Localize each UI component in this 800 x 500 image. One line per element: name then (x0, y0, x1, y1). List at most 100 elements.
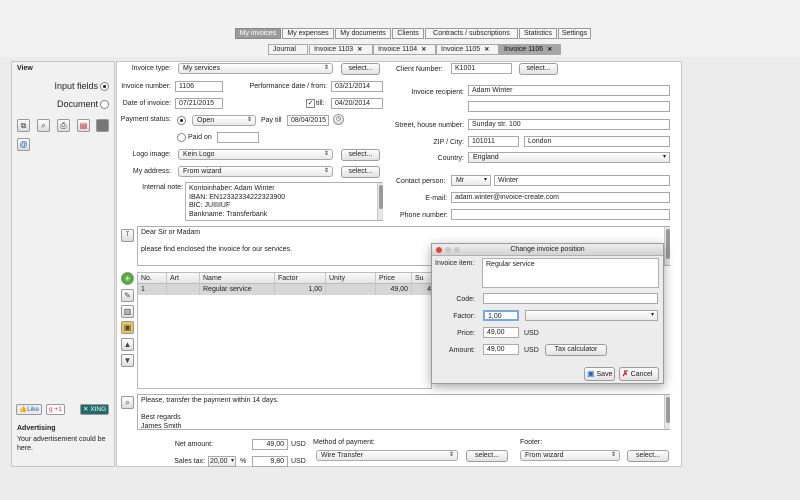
search-icon[interactable]: ⌕ (37, 119, 50, 132)
contact-title-value: Mr (456, 177, 465, 184)
delete-position-icon[interactable]: ▥ (121, 305, 134, 318)
dialog-title: Change invoice position (432, 244, 663, 256)
payment-method-select[interactable]: Wire Transfer ⇕ (316, 450, 458, 461)
print-icon[interactable]: ⎙ (57, 119, 70, 132)
email-icon[interactable]: @ (17, 138, 30, 151)
minimize-window-icon[interactable] (445, 247, 451, 253)
code-field[interactable] (483, 293, 658, 304)
tab-my-documents[interactable]: My documents (335, 28, 391, 39)
col-art[interactable]: Art (167, 273, 200, 284)
chevron-updown-icon: ⇕ (323, 65, 329, 71)
cancel-button[interactable]: ✗ Cancel (619, 367, 659, 381)
col-factor[interactable]: Factor (275, 273, 326, 284)
col-sum[interactable]: Su (412, 273, 433, 284)
doc-tab-invoice-1105[interactable]: Invoice 1105 ✕ (436, 44, 499, 55)
client-select-button[interactable]: select... (519, 63, 558, 75)
logo-select-button[interactable]: select... (341, 149, 380, 161)
unit-select[interactable]: ▾ (525, 310, 658, 321)
intro-scrollbar[interactable] (664, 227, 670, 265)
footer-select[interactable]: From wizard ⇕ (520, 450, 620, 461)
close-icon[interactable]: ✕ (357, 47, 362, 53)
close-icon[interactable]: ✕ (421, 47, 426, 53)
logo-image-select[interactable]: Kein Logo ⇕ (178, 149, 333, 160)
text-template-icon[interactable]: T (121, 229, 134, 242)
input-fields-label: Input fields (54, 81, 98, 91)
xing-button[interactable]: ✕ XING (80, 404, 110, 415)
internal-note-textarea[interactable]: Kontoinhaber: Adam Winter IBAN: EN123323… (185, 182, 383, 221)
tax-calculator-button[interactable]: Tax calculator (545, 344, 607, 356)
tab-contracts[interactable]: Contracts / subscriptions (425, 28, 518, 39)
add-folder-icon[interactable]: ▣ (121, 321, 134, 334)
move-up-icon[interactable]: ▲ (121, 338, 134, 351)
payment-method-select-button[interactable]: select... (466, 450, 508, 462)
performance-date-field[interactable]: 03/21/2014 (331, 81, 383, 92)
save-button[interactable]: ▣ Save (584, 367, 615, 381)
closing-scrollbar[interactable] (664, 395, 670, 429)
footer-select-button[interactable]: select... (627, 450, 669, 462)
payment-method-label: Method of payment: (313, 439, 375, 446)
archive-icon[interactable] (96, 119, 109, 132)
address-select-button[interactable]: select... (341, 166, 380, 178)
copy-icon[interactable]: ⧉ (17, 119, 30, 132)
till-checkbox[interactable]: ✓ (306, 99, 315, 108)
doc-tab-journal[interactable]: Journal (268, 44, 308, 55)
google-plus-button[interactable]: g +1 (46, 404, 65, 415)
country-select[interactable]: England ▾ (468, 152, 670, 163)
calendar-icon[interactable]: ◷ (333, 114, 344, 125)
close-icon[interactable]: ✕ (484, 47, 489, 53)
email-field[interactable]: adam.winter@invoice-create.com (451, 192, 670, 203)
paid-on-radio[interactable] (177, 133, 186, 142)
tab-my-expenses[interactable]: My expenses (282, 28, 334, 39)
edit-position-icon[interactable]: ✎ (121, 289, 134, 302)
pdf-icon[interactable]: ▤ (77, 119, 90, 132)
col-price[interactable]: Price (376, 273, 412, 284)
input-fields-radio[interactable] (100, 82, 109, 91)
paid-on-field[interactable] (217, 132, 259, 143)
country-label: Country: (437, 155, 464, 162)
date-of-invoice-field[interactable]: 07/21/2015 (175, 98, 223, 109)
zoom-window-icon[interactable] (454, 247, 460, 253)
tab-clients[interactable]: Clients (392, 28, 424, 39)
amount-field[interactable]: 49,00 (483, 344, 519, 355)
contact-title-select[interactable]: Mr ▾ (451, 175, 491, 186)
table-row[interactable]: 1 Regular service 1,00 49,00 4 (138, 284, 431, 295)
phone-field[interactable] (451, 209, 670, 220)
invoice-number-field[interactable]: 1106 (175, 81, 223, 92)
document-radio[interactable] (100, 100, 109, 109)
city-field[interactable]: London (524, 136, 670, 147)
tab-my-invoices[interactable]: My invoices (235, 28, 281, 39)
client-number-field[interactable]: K1001 (451, 63, 512, 74)
contact-name-field[interactable]: Winter (494, 175, 670, 186)
doc-tab-invoice-1106[interactable]: Invoice 1106 ✕ (499, 44, 561, 55)
closing-textarea[interactable]: Please, transfer the payment within 14 d… (137, 394, 670, 430)
tab-settings[interactable]: Settings (558, 28, 591, 39)
col-unity[interactable]: Unity (326, 273, 376, 284)
close-icon[interactable]: ✕ (547, 47, 552, 53)
payment-open-radio[interactable] (177, 116, 186, 125)
street-field[interactable]: Sunday str. 100 (468, 119, 670, 130)
col-name[interactable]: Name (200, 273, 275, 284)
my-address-select[interactable]: From wizard ⇕ (178, 166, 333, 177)
tab-statistics[interactable]: Statistics (519, 28, 557, 39)
recipient-extra-field[interactable] (468, 101, 670, 112)
add-position-icon[interactable]: + (121, 272, 134, 285)
factor-field[interactable]: 1,00 (483, 310, 519, 321)
move-down-icon[interactable]: ▼ (121, 354, 134, 367)
doc-tab-invoice-1103[interactable]: Invoice 1103 ✕ (309, 44, 373, 55)
search-icon[interactable]: ⌕ (121, 396, 134, 409)
pay-till-field[interactable]: 08/04/2015 (287, 115, 329, 126)
facebook-like-button[interactable]: 👍Like (16, 404, 43, 415)
tax-rate-select[interactable]: 20,00 ▾ (208, 456, 236, 467)
zip-field[interactable]: 101011 (468, 136, 519, 147)
doc-tab-invoice-1104[interactable]: Invoice 1104 ✕ (373, 44, 436, 55)
invoice-type-select[interactable]: My services ⇕ (178, 63, 333, 74)
note-line: Kontoinhaber: Adam Winter (189, 185, 275, 192)
invoice-item-textarea[interactable]: Regular service (482, 258, 659, 288)
recipient-name-field[interactable]: Adam Winter (468, 85, 670, 96)
till-date-field[interactable]: 04/20/2014 (331, 98, 383, 109)
price-field[interactable]: 49,00 (483, 327, 519, 338)
col-no[interactable]: No. (138, 273, 167, 284)
invoice-type-select-button[interactable]: select... (341, 63, 380, 75)
close-window-icon[interactable] (436, 247, 442, 253)
payment-status-select[interactable]: Open ⇕ (192, 115, 256, 126)
